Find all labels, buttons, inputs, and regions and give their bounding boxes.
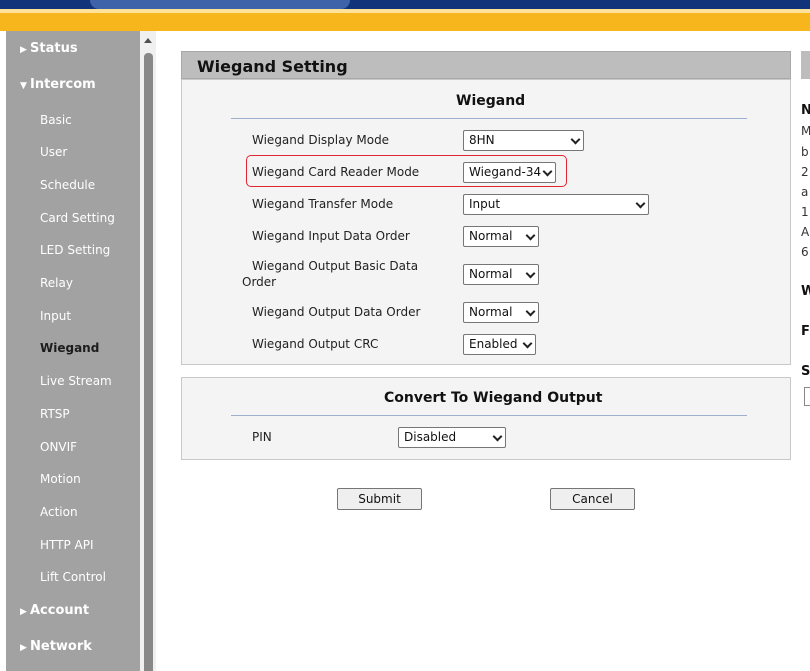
chevron-down-icon: ▼ (20, 81, 27, 91)
wiegand-section-title: Wiegand (456, 93, 526, 109)
scrollbar-thumb[interactable] (144, 53, 153, 671)
chevron-down-icon (492, 431, 503, 442)
right-panel-line: 1 (801, 205, 809, 219)
right-panel-input[interactable] (804, 387, 810, 406)
right-panel-header (801, 51, 810, 79)
output-data-order-select[interactable]: Normal (463, 302, 539, 323)
output-crc-label: Wiegand Output CRC (252, 337, 379, 351)
output-basic-order-label-line2: Order (242, 275, 277, 289)
sidebar-item-onvif[interactable]: ONVIF (40, 440, 77, 454)
right-panel-line: b (801, 145, 809, 159)
sidebar: ▶ Status ▼ Intercom Basic User Schedule Ca… (6, 31, 140, 671)
sidebar-item-card-setting[interactable]: Card Setting (40, 211, 115, 225)
sidebar-item-action[interactable]: Action (40, 505, 78, 519)
scroll-up-arrow-icon[interactable] (144, 38, 152, 43)
right-panel-line: M (801, 124, 810, 138)
right-panel-heading: S (801, 364, 810, 379)
chevron-down-icon (525, 306, 536, 317)
chevron-right-icon: ▶ (20, 643, 27, 653)
right-panel-line: 2 (801, 165, 809, 179)
sidebar-group-network[interactable]: ▶ Network (20, 639, 92, 654)
chevron-down-icon (635, 198, 646, 209)
sidebar-item-input[interactable]: Input (40, 309, 71, 323)
display-mode-select[interactable]: 8HN (463, 130, 584, 151)
display-mode-label: Wiegand Display Mode (252, 133, 390, 147)
sidebar-item-led-setting[interactable]: LED Setting (40, 243, 110, 257)
output-data-order-label: Wiegand Output Data Order (252, 305, 421, 319)
panel-header: Wiegand Setting (181, 51, 791, 79)
chevron-right-icon: ▶ (20, 607, 27, 617)
input-data-order-select[interactable]: Normal (463, 226, 539, 247)
chevron-down-icon (525, 268, 536, 279)
transfer-mode-label: Wiegand Transfer Mode (252, 197, 394, 211)
output-crc-select[interactable]: Enabled (463, 334, 536, 355)
page-title: Wiegand Setting (197, 57, 348, 76)
input-data-order-label: Wiegand Input Data Order (252, 229, 410, 243)
sidebar-item-motion[interactable]: Motion (40, 472, 81, 486)
sidebar-item-live-stream[interactable]: Live Stream (40, 374, 112, 388)
output-basic-order-label-line1: Wiegand Output Basic Data (252, 259, 419, 273)
chevron-down-icon (522, 338, 533, 349)
sidebar-item-basic[interactable]: Basic (40, 113, 72, 127)
transfer-mode-select[interactable]: Input (463, 194, 649, 215)
sidebar-group-status[interactable]: ▶ Status (20, 41, 78, 56)
sidebar-item-schedule[interactable]: Schedule (40, 178, 95, 192)
sidebar-item-http-api[interactable]: HTTP API (40, 538, 94, 552)
pin-label: PIN (252, 430, 272, 444)
sidebar-group-account[interactable]: ▶ Account (20, 603, 89, 618)
right-panel-line: a (801, 185, 809, 199)
right-panel-line: 6 (801, 245, 809, 259)
chevron-down-icon (525, 230, 536, 241)
card-reader-mode-select[interactable]: Wiegand-34 (463, 162, 556, 183)
chevron-down-icon (570, 134, 581, 145)
right-panel-heading: W (801, 284, 810, 299)
right-panel-line: A (801, 225, 810, 239)
sidebar-item-relay[interactable]: Relay (40, 276, 73, 290)
top-banner (0, 0, 810, 31)
sidebar-item-user[interactable]: User (40, 145, 67, 159)
pin-select[interactable]: Disabled (398, 427, 506, 448)
banner-navy-stripe (0, 0, 810, 9)
sidebar-scrollbar[interactable] (140, 31, 156, 671)
right-panel-heading: F (801, 324, 810, 339)
chevron-down-icon (542, 166, 553, 177)
sidebar-item-lift-control[interactable]: Lift Control (40, 570, 106, 584)
chevron-right-icon: ▶ (20, 45, 27, 55)
sidebar-item-wiegand[interactable]: Wiegand (40, 341, 99, 355)
banner-light-stripe (0, 9, 810, 13)
submit-button[interactable]: Submit (337, 488, 422, 510)
convert-section-title: Convert To Wiegand Output (384, 390, 603, 406)
sidebar-item-rtsp[interactable]: RTSP (40, 407, 70, 421)
cancel-button[interactable]: Cancel (550, 488, 635, 510)
right-panel-heading: N (801, 103, 810, 118)
card-reader-mode-label: Wiegand Card Reader Mode (252, 165, 420, 179)
section-divider (231, 415, 747, 416)
sidebar-group-intercom[interactable]: ▼ Intercom (20, 77, 96, 92)
section-divider (231, 118, 747, 119)
output-basic-order-select[interactable]: Normal (463, 264, 539, 285)
